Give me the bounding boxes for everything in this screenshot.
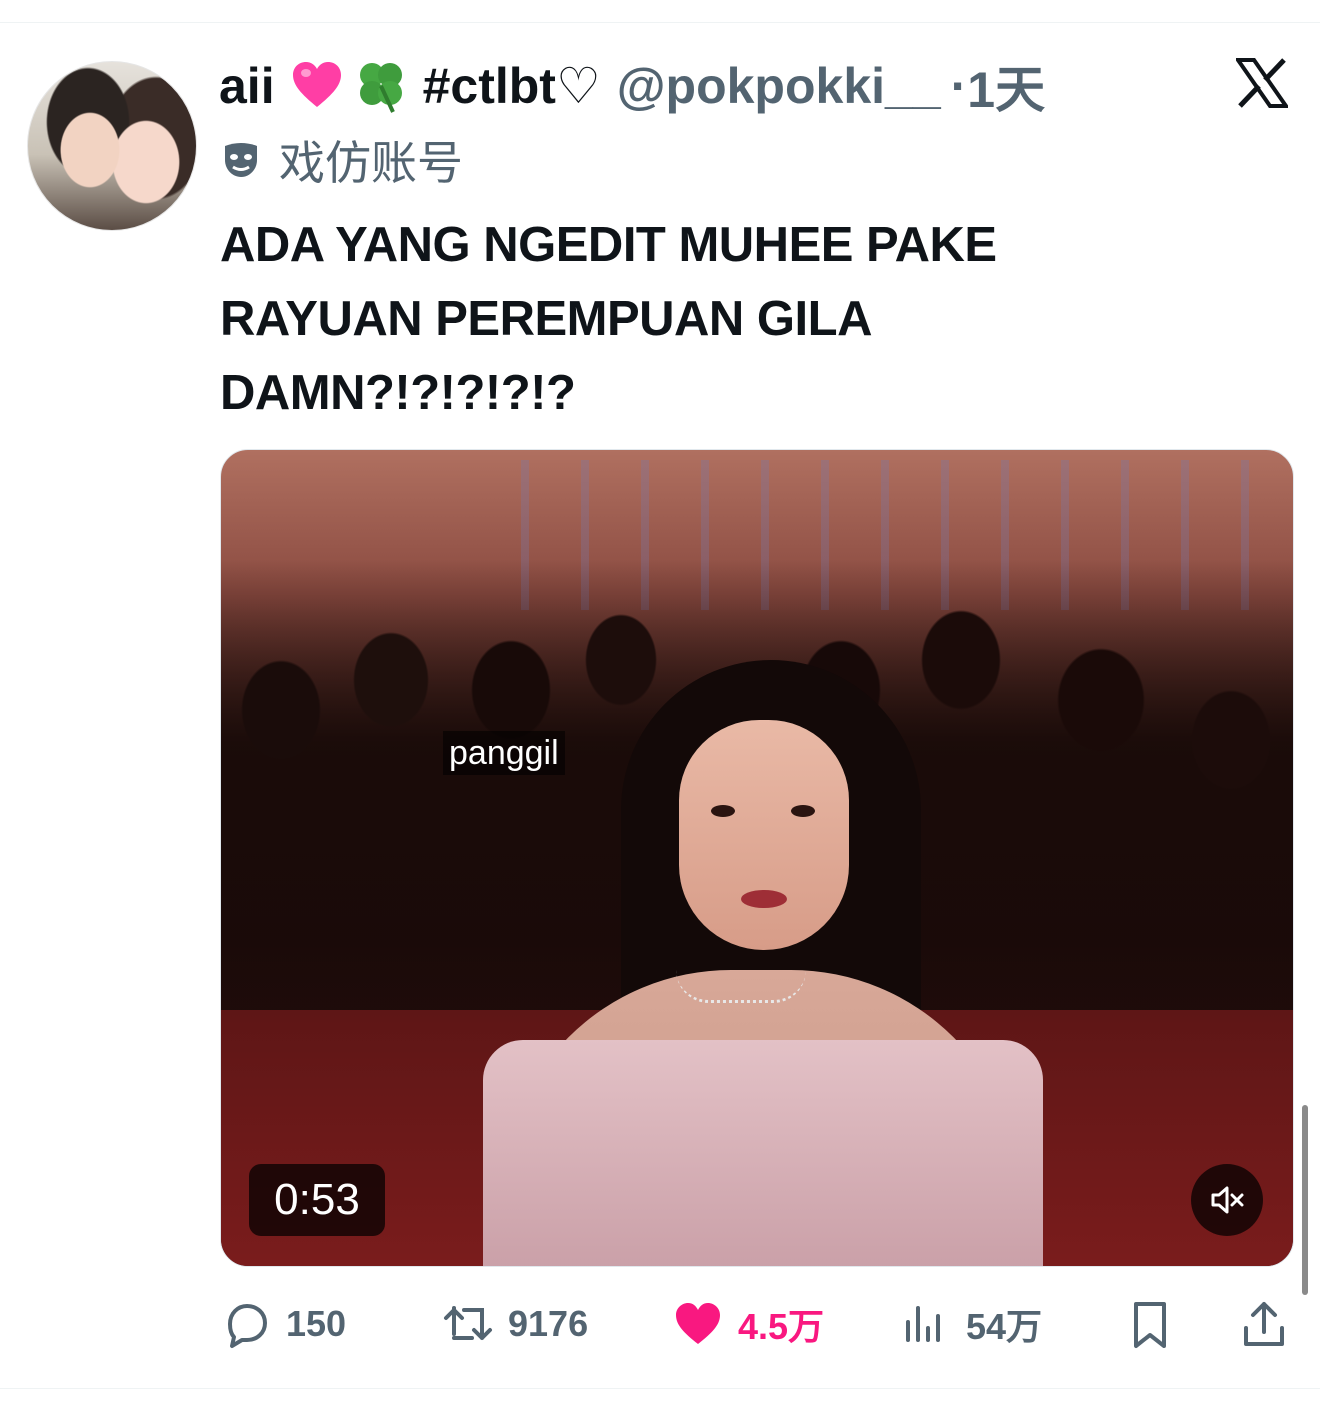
time-separator: · (950, 58, 968, 114)
reply-icon (228, 1304, 267, 1348)
tweet-header: aii #ctlbt♡ @pokpokki__ · 1天 (219, 56, 1045, 118)
bookmark-icon (1134, 1302, 1166, 1348)
user-handle[interactable]: @pokpokki__ (617, 57, 941, 115)
bottom-divider (0, 1388, 1320, 1389)
like-count: 4.5万 (738, 1306, 825, 1347)
like-button[interactable]: 4.5万 (672, 1292, 824, 1356)
retweet-count: 9176 (508, 1303, 589, 1344)
share-button[interactable] (1238, 1292, 1290, 1356)
views-chart-icon (906, 1306, 940, 1342)
x-logo-icon[interactable] (1236, 58, 1288, 108)
subject-eye-left (711, 805, 735, 817)
reply-count: 150 (286, 1303, 347, 1344)
parody-label-row: 戏仿账号 (221, 132, 463, 189)
views-count: 54万 (966, 1306, 1043, 1347)
display-name[interactable]: aii (219, 57, 275, 115)
four-leaf-clover-emoji-icon (359, 63, 402, 113)
parody-account-label: 戏仿账号 (279, 137, 463, 189)
mute-button[interactable] (1191, 1164, 1263, 1236)
subject-eye-right (791, 805, 815, 817)
mask-icon (225, 143, 257, 177)
display-name-suffix[interactable]: #ctlbt♡ (423, 57, 601, 115)
video-duration-badge: 0:53 (249, 1164, 385, 1236)
retweet-button[interactable]: 9176 (442, 1292, 588, 1356)
share-icon (1244, 1302, 1284, 1346)
views-button[interactable]: 54万 (900, 1292, 1042, 1356)
top-divider (0, 22, 1320, 23)
subject-dress (483, 1040, 1043, 1266)
subject-necklace (676, 970, 806, 1003)
video-player[interactable]: panggil 0:53 (220, 449, 1294, 1267)
video-caption-overlay: panggil (443, 731, 565, 775)
subject-face (679, 720, 849, 950)
timestamp[interactable]: 1天 (967, 50, 1045, 122)
tweet-text: ADA YANG NGEDIT MUHEE PAKE RAYUAN PEREMP… (220, 218, 997, 420)
reply-button[interactable]: 150 (220, 1292, 346, 1356)
heart-filled-icon (676, 1303, 720, 1344)
action-bar: 150 9176 4.5万 54万 (220, 1292, 1292, 1356)
avatar[interactable] (27, 61, 197, 231)
subject-lips (741, 890, 787, 908)
bookmark-button[interactable] (1124, 1292, 1176, 1356)
scrollbar-thumb[interactable] (1302, 1105, 1308, 1295)
pink-heart-emoji-icon (292, 62, 341, 107)
retweet-icon (444, 1306, 492, 1340)
speaker-muted-icon (1211, 1186, 1244, 1214)
